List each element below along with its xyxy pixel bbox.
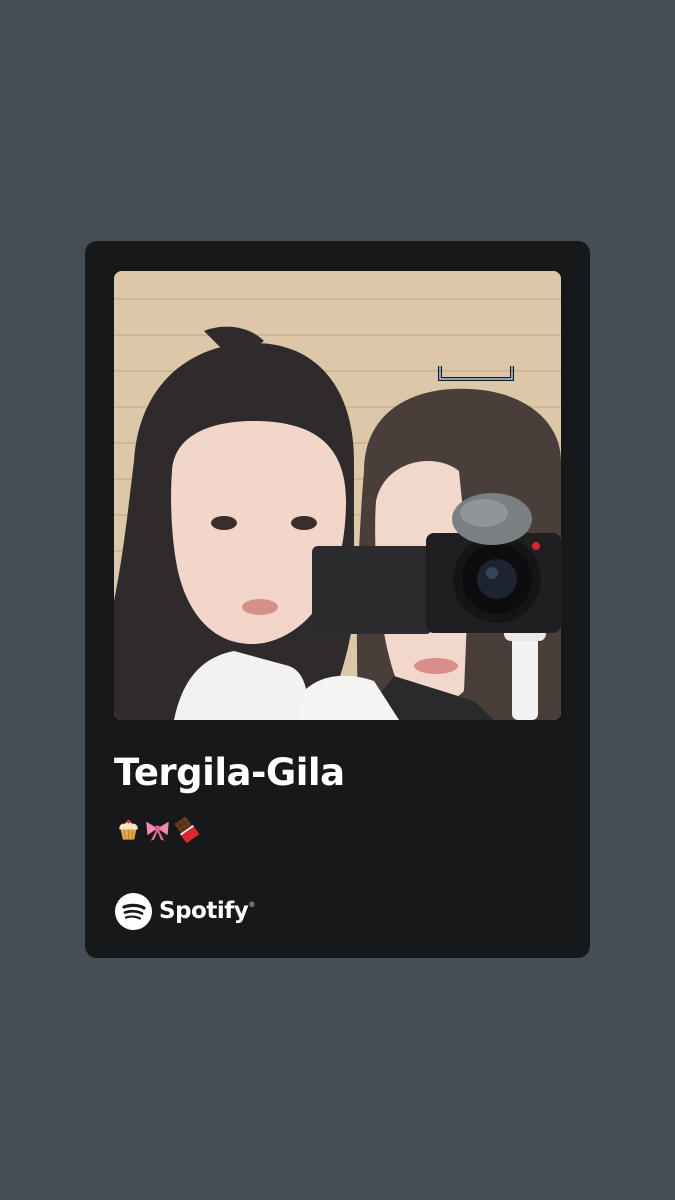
playlist-title: Tergila-Gila xyxy=(114,751,345,794)
cover-photo-illustration xyxy=(114,271,561,720)
cover-image xyxy=(114,271,561,720)
spotify-wordmark: Spotify xyxy=(159,898,249,924)
description-emojis xyxy=(115,816,200,846)
spotify-brand: Spotify ® xyxy=(115,892,254,930)
share-card: Tergila-Gila Spotify ® xyxy=(85,241,590,958)
chocolate-bar-icon xyxy=(173,816,200,846)
registered-mark: ® xyxy=(249,902,255,909)
cupcake-icon xyxy=(115,816,142,846)
spotify-logo-icon xyxy=(115,892,152,930)
ribbon-icon xyxy=(144,816,171,846)
